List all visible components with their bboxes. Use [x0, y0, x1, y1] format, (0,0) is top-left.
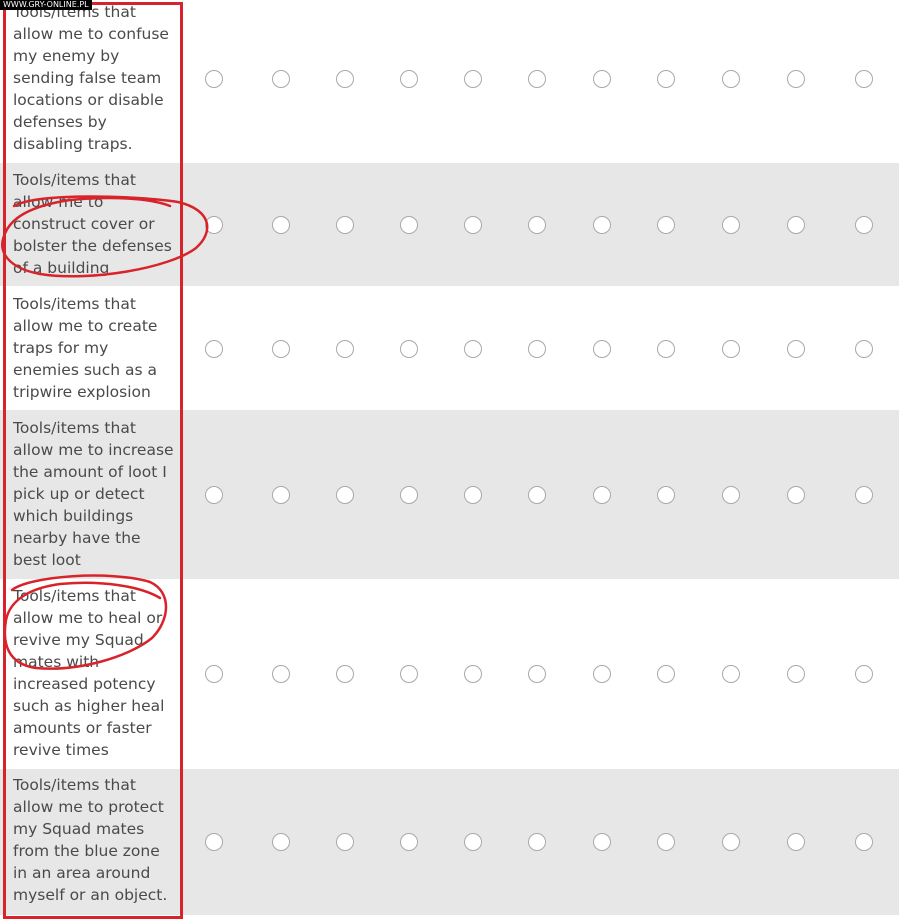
rating-radio-8[interactable]	[657, 486, 675, 504]
rating-radio-10[interactable]	[787, 486, 805, 504]
rating-radio-2[interactable]	[272, 833, 290, 851]
rating-radio-8[interactable]	[657, 70, 675, 88]
rating-radio-9[interactable]	[722, 486, 740, 504]
rating-radio-5[interactable]	[464, 340, 482, 358]
rating-radio-6[interactable]	[528, 833, 546, 851]
rating-radio-11[interactable]	[855, 340, 873, 358]
rating-radio-1[interactable]	[205, 833, 223, 851]
rating-radio-3[interactable]	[336, 70, 354, 88]
rating-radio-1[interactable]	[205, 216, 223, 234]
rating-radio-3[interactable]	[336, 665, 354, 683]
rating-radio-11[interactable]	[855, 486, 873, 504]
row-label: Tools/items that allow me to heal or rev…	[13, 587, 165, 759]
matrix-row-protect: Tools/items that allow me to protect my …	[0, 769, 899, 915]
matrix-row-confuse: Tools/items that allow me to confuse my …	[0, 0, 899, 163]
rating-radio-8[interactable]	[657, 833, 675, 851]
rating-radio-10[interactable]	[787, 340, 805, 358]
rating-radio-4[interactable]	[400, 665, 418, 683]
rating-radio-4[interactable]	[400, 833, 418, 851]
row-label: Tools/items that allow me to confuse my …	[13, 3, 169, 153]
matrix-row-heal: Tools/items that allow me to heal or rev…	[0, 579, 899, 769]
rating-radio-9[interactable]	[722, 340, 740, 358]
rating-radio-1[interactable]	[205, 70, 223, 88]
rating-radio-1[interactable]	[205, 486, 223, 504]
rating-radio-7[interactable]	[593, 665, 611, 683]
rating-radio-7[interactable]	[593, 70, 611, 88]
rating-radio-3[interactable]	[336, 340, 354, 358]
rating-radio-5[interactable]	[464, 486, 482, 504]
rating-radio-10[interactable]	[787, 70, 805, 88]
rating-radio-11[interactable]	[855, 70, 873, 88]
rating-radio-3[interactable]	[336, 486, 354, 504]
matrix-row-traps: Tools/items that allow me to create trap…	[0, 286, 899, 410]
row-label: Tools/items that allow me to create trap…	[13, 295, 158, 401]
rating-radio-11[interactable]	[855, 665, 873, 683]
rating-radio-9[interactable]	[722, 216, 740, 234]
rating-radio-7[interactable]	[593, 833, 611, 851]
rating-radio-10[interactable]	[787, 833, 805, 851]
rating-radio-3[interactable]	[336, 216, 354, 234]
rating-radio-6[interactable]	[528, 486, 546, 504]
row-label: Tools/items that allow me to protect my …	[13, 776, 168, 904]
rating-radio-1[interactable]	[205, 665, 223, 683]
rating-radio-8[interactable]	[657, 340, 675, 358]
rating-radio-4[interactable]	[400, 70, 418, 88]
rating-radio-2[interactable]	[272, 340, 290, 358]
rating-radio-5[interactable]	[464, 665, 482, 683]
rating-radio-6[interactable]	[528, 665, 546, 683]
matrix-row-construct: Tools/items that allow me to construct c…	[0, 163, 899, 286]
row-label: Tools/items that allow me to construct c…	[13, 171, 172, 277]
rating-radio-9[interactable]	[722, 665, 740, 683]
rating-radio-10[interactable]	[787, 216, 805, 234]
rating-radio-2[interactable]	[272, 486, 290, 504]
rating-radio-10[interactable]	[787, 665, 805, 683]
rating-radio-2[interactable]	[272, 216, 290, 234]
rating-radio-7[interactable]	[593, 340, 611, 358]
rating-radio-8[interactable]	[657, 216, 675, 234]
rating-radio-4[interactable]	[400, 486, 418, 504]
rating-radio-1[interactable]	[205, 340, 223, 358]
rating-radio-6[interactable]	[528, 70, 546, 88]
rating-radio-7[interactable]	[593, 216, 611, 234]
rating-radio-4[interactable]	[400, 340, 418, 358]
rating-radio-2[interactable]	[272, 665, 290, 683]
row-label: Tools/items that allow me to increase th…	[13, 419, 174, 569]
rating-radio-9[interactable]	[722, 70, 740, 88]
rating-radio-3[interactable]	[336, 833, 354, 851]
rating-radio-8[interactable]	[657, 665, 675, 683]
site-watermark: WWW.GRY-ONLINE.PL	[0, 0, 92, 10]
rating-radio-7[interactable]	[593, 486, 611, 504]
rating-radio-11[interactable]	[855, 216, 873, 234]
rating-radio-11[interactable]	[855, 833, 873, 851]
rating-radio-9[interactable]	[722, 833, 740, 851]
rating-radio-5[interactable]	[464, 216, 482, 234]
rating-radio-2[interactable]	[272, 70, 290, 88]
rating-radio-5[interactable]	[464, 833, 482, 851]
rating-radio-6[interactable]	[528, 340, 546, 358]
rating-radio-5[interactable]	[464, 70, 482, 88]
rating-radio-4[interactable]	[400, 216, 418, 234]
rating-radio-6[interactable]	[528, 216, 546, 234]
matrix-row-loot: Tools/items that allow me to increase th…	[0, 410, 899, 579]
